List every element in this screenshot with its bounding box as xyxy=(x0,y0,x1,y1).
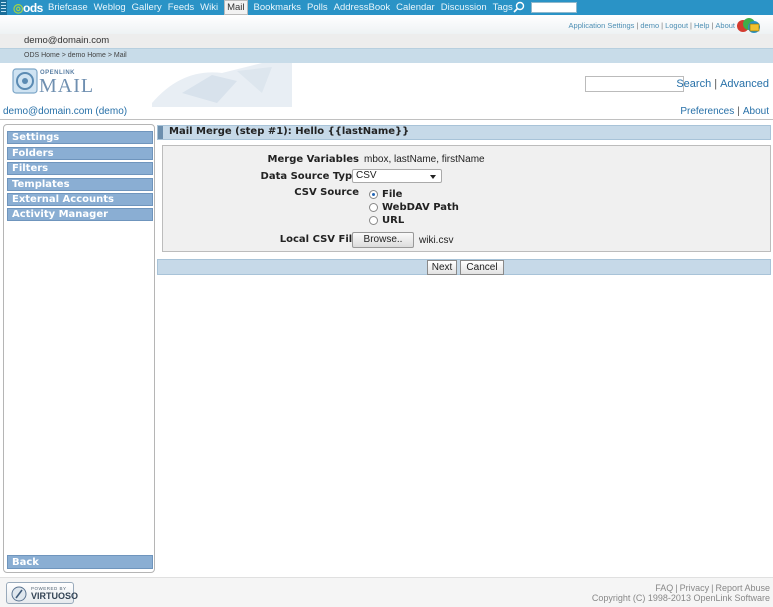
link-help[interactable]: Help xyxy=(694,21,709,30)
data-source-type-select[interactable]: CSV xyxy=(352,169,442,183)
sidebar-item-templates[interactable]: Templates xyxy=(7,178,153,191)
app-links: Application Settings | demo | Logout | Help | Ab… xyxy=(568,21,735,30)
tab-weblog[interactable]: Weblog xyxy=(94,2,126,13)
sidebar-item-filters[interactable]: Filters xyxy=(7,162,153,175)
csv-source-url-radio[interactable] xyxy=(369,216,378,225)
selected-file-name: wiki.csv xyxy=(419,235,454,246)
footer-links: FAQ | Privacy | Report Abuse xyxy=(655,583,770,593)
copyright-text: Copyright (C) 1998-2013 OpenLink Softwar… xyxy=(591,593,770,603)
csv-source-file-label[interactable]: File xyxy=(382,189,402,200)
nav-tabs: Briefcase Weblog Gallery Feeds Wiki Mail… xyxy=(48,0,519,15)
header-accent xyxy=(158,126,163,139)
page-title: Mail Merge (step #1): Hello {{lastName}} xyxy=(169,126,410,137)
breadcrumb[interactable]: ODS Home > demo Home > Mail xyxy=(24,52,127,59)
tab-discussion[interactable]: Discussion xyxy=(441,2,487,13)
preference-links: Preferences | About xyxy=(680,106,769,117)
csv-source-label: CSV Source xyxy=(294,187,359,198)
mail-search-input[interactable] xyxy=(585,76,684,92)
privacy-link[interactable]: Privacy xyxy=(680,583,710,593)
tab-gallery[interactable]: Gallery xyxy=(132,2,162,13)
nav-edge-grip xyxy=(0,0,7,15)
tab-addressbook[interactable]: AddressBook xyxy=(334,2,391,13)
tab-tags[interactable]: Tags xyxy=(493,2,513,13)
about-link[interactable]: About xyxy=(743,106,769,117)
ods-logo[interactable]: ◎ods xyxy=(13,1,43,15)
link-logout[interactable]: Logout xyxy=(665,21,688,30)
advanced-search-link[interactable]: Advanced xyxy=(720,78,769,90)
app-settings-bar: Application Settings | demo | Logout | Help | Ab… xyxy=(0,15,773,34)
main-header: Mail Merge (step #1): Hello {{lastName}} xyxy=(157,125,771,140)
link-about[interactable]: About xyxy=(715,21,735,30)
csv-source-webdav-radio[interactable] xyxy=(369,203,378,212)
search-links: Search | Advanced xyxy=(676,78,769,90)
banner-decoration xyxy=(152,63,292,107)
nav-search-input[interactable] xyxy=(531,2,577,13)
user-bar: demo@domain.com (demo) Preferences | About xyxy=(0,106,773,120)
tab-wiki[interactable]: Wiki xyxy=(200,2,218,13)
data-source-type-label: Data Source Type xyxy=(260,171,359,182)
tab-feeds[interactable]: Feeds xyxy=(168,2,194,13)
virtuoso-emblem-icon xyxy=(11,586,27,602)
tab-mail[interactable]: Mail xyxy=(224,0,248,15)
footer: POWERED BY VIRTUOSO FAQ | Privacy | Report A… xyxy=(0,577,773,607)
merge-variables-value: mbox, lastName, firstName xyxy=(364,154,485,165)
mail-banner: OPENLINK MAIL Search | Advanced xyxy=(0,63,773,107)
csv-source-file-radio[interactable] xyxy=(369,190,378,199)
report-abuse-link[interactable]: Report Abuse xyxy=(715,583,770,593)
tab-bookmarks[interactable]: Bookmarks xyxy=(254,2,302,13)
search-icon[interactable] xyxy=(512,1,526,14)
sidebar-item-folders[interactable]: Folders xyxy=(7,147,153,160)
merge-variables-label: Merge Variables xyxy=(267,154,359,165)
mail-merge-form: Merge Variables mbox, lastName, firstNam… xyxy=(162,145,771,252)
sidebar-item-activity-manager[interactable]: Activity Manager xyxy=(7,208,153,221)
preferences-link[interactable]: Preferences xyxy=(680,106,734,117)
sidebar-item-external-accounts[interactable]: External Accounts xyxy=(7,193,153,206)
virtuoso-text: VIRTUOSO xyxy=(31,591,79,601)
ods-top-nav: ◎ods Briefcase Weblog Gallery Feeds Wiki… xyxy=(0,0,773,15)
csv-source-url-label[interactable]: URL xyxy=(382,215,404,226)
back-button[interactable]: Back xyxy=(7,555,153,569)
sidebar-item-settings[interactable]: Settings xyxy=(7,131,153,144)
link-application-settings[interactable]: Application Settings xyxy=(569,21,635,30)
user-email-line: demo@domain.com xyxy=(0,34,773,48)
virtuoso-logo[interactable]: POWERED BY VIRTUOSO xyxy=(6,582,78,604)
tab-calendar[interactable]: Calendar xyxy=(396,2,435,13)
action-button-bar: Next Cancel xyxy=(157,259,771,275)
tab-polls[interactable]: Polls xyxy=(307,2,328,13)
browse-button[interactable]: Browse.. xyxy=(352,232,414,248)
local-csv-file-label: Local CSV File xyxy=(279,234,359,245)
chat-bubbles-icon[interactable] xyxy=(735,17,761,34)
mail-logo-main-text: MAIL xyxy=(39,75,95,97)
user-email: demo@domain.com xyxy=(24,35,110,46)
chevron-down-icon xyxy=(430,175,436,179)
cancel-button[interactable]: Cancel xyxy=(460,260,504,275)
csv-source-webdav-label[interactable]: WebDAV Path xyxy=(382,202,459,213)
breadcrumb-bar: ODS Home > demo Home > Mail xyxy=(0,48,773,63)
current-user-link[interactable]: demo@domain.com (demo) xyxy=(3,106,127,117)
search-link[interactable]: Search xyxy=(676,78,711,90)
link-demo[interactable]: demo xyxy=(640,21,659,30)
tab-briefcase[interactable]: Briefcase xyxy=(48,2,88,13)
next-button[interactable]: Next xyxy=(427,260,457,275)
data-source-type-value: CSV xyxy=(356,170,377,181)
faq-link[interactable]: FAQ xyxy=(655,583,673,593)
sidebar: Settings Folders Filters Templates Exter… xyxy=(3,124,155,573)
ods-logo-text: ods xyxy=(22,1,43,15)
